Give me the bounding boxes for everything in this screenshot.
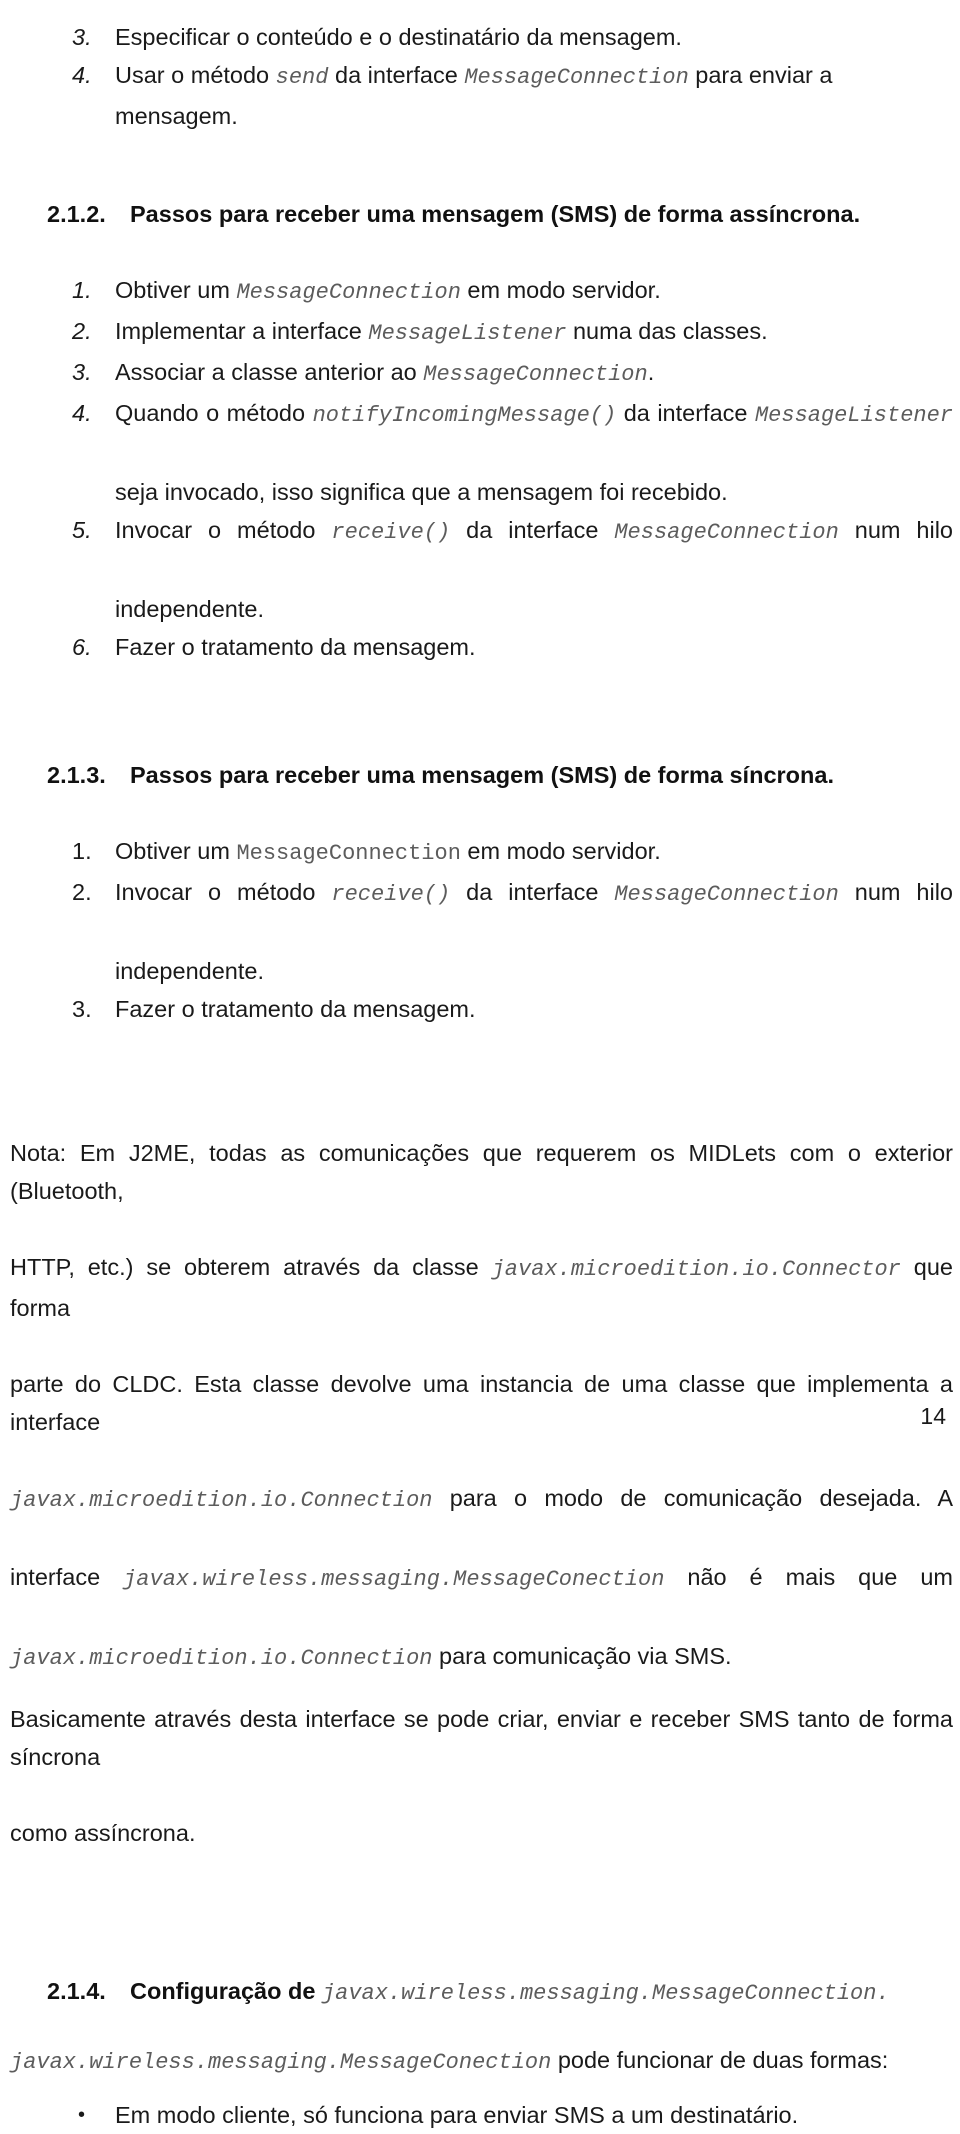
paragraph-line: como assíncrona. [10,1820,196,1846]
spacer-after-213-heading [5,792,955,832]
heading-title: Passos para receber uma mensagem (SMS) d… [130,762,834,788]
document-page: 3. Especificar o conteúdo e o destinatár… [0,0,960,2128]
list-item-line: Usar o método send da interface MessageC… [115,62,833,129]
list-item: 3. Especificar o conteúdo e o destinatár… [10,18,953,56]
list-item: 4. Usar o método send da interface Messa… [10,56,953,135]
top-numbered-list: 3. Especificar o conteúdo e o destinatár… [10,18,953,135]
code-messageconnection: MessageConnection [236,841,461,866]
code-connector: javax.microedition.io.Connector [491,1257,901,1282]
heading-2-1-2: 2.1.2. Passos para receber uma mensagem … [10,197,953,231]
section-213-list: 1. Obtiver um MessageConnection em modo … [10,832,953,1028]
spacer-before-basic [5,1678,955,1700]
list-item-line: Obtiver um MessageConnection em modo ser… [115,838,661,866]
list-item: 3. Fazer o tratamento da mensagem. [10,990,953,1028]
heading-number: 2.1.3. [47,762,106,788]
list-item-line: Invocar o método receive() da interface … [115,517,954,545]
list-item-text: Usar o método send da interface MessageC… [115,56,953,135]
list-item-line: Invocar o método receive() da interface … [115,879,954,907]
code-receive: receive() [331,882,451,907]
bullet-text: Em modo cliente, só funciona para enviar… [115,2102,799,2128]
code-inline: MessageConnection [423,362,648,387]
list-item: 6. Fazer o tratamento da mensagem. [10,628,953,666]
bullet-icon: • [78,2104,86,2126]
list-item-line: independente. [115,596,264,622]
heading-title: Passos para receber uma mensagem (SMS) d… [130,201,861,227]
list-item-line: Fazer o tratamento da mensagem. [115,996,476,1022]
code-messageconection: javax.wireless.messaging.MessageConectio… [10,2050,552,2075]
list-item-number: 3. [72,24,92,50]
spacer-214-extra [5,1944,955,1974]
list-item: • Em modo cliente, só funciona para envi… [10,2096,953,2134]
code-messagelistener: MessageListener [754,403,954,428]
paragraph-line: javax.microedition.io.Connection para co… [10,1643,732,1671]
spacer-before-bullets [5,2082,955,2096]
code-messageconection: javax.wireless.messaging.MessageConectio… [123,1567,665,1592]
heading-title: Configuração de javax.wireless.messaging… [130,1978,890,2006]
code-send: send [275,65,329,90]
list-item: 4. Quando o método notifyIncomingMessage… [10,394,953,511]
code-connection: javax.microedition.io.Connection [10,1646,433,1671]
code-connection: javax.microedition.io.Connection [10,1488,433,1513]
list-item: 2. Implementar a interface MessageListen… [10,312,953,353]
code-inline: MessageListener [368,321,567,346]
list-item-line: independente. [115,958,264,984]
paragraph-line: parte do CLDC. Esta classe devolve uma i… [10,1371,953,1435]
list-item: 3. Associar a classe anterior ao Message… [10,353,953,394]
code-inline: MessageConnection [236,280,461,305]
heading-number: 2.1.4. [47,1978,106,2004]
spacer-before-note [5,1028,955,1120]
spacer-after-212-heading [5,231,955,271]
list-item-number: 3. [72,359,92,385]
list-item-line: Associar a classe anterior ao MessageCon… [115,359,655,387]
list-item-number: 1. [72,838,92,864]
page-number: 14 [920,1403,946,1429]
list-item: 1. Obtiver um MessageConnection em modo … [10,271,953,312]
spacer-top [5,0,955,18]
heading-number: 2.1.2. [47,201,106,227]
list-item-number: 4. [72,400,92,426]
list-item: 2. Invocar o método receive() da interfa… [10,873,953,990]
section-214-bullets: • Em modo cliente, só funciona para envi… [10,2096,953,2134]
list-item-line: seja invocado, isso significa que a mens… [115,479,728,505]
heading-2-1-4: 2.1.4. Configuração de javax.wireless.me… [10,1974,953,2011]
list-item-number: 2. [72,318,92,344]
list-item: 5. Invocar o método receive() da interfa… [10,511,953,628]
paragraph-line: interface javax.wireless.messaging.Messa… [10,1564,953,1592]
list-item-number: 4. [72,62,92,88]
list-item-number: 1. [72,277,92,303]
code-messageconnection: MessageConnection [464,65,689,90]
list-item-number: 3. [72,996,92,1022]
list-item-line: Implementar a interface MessageListener … [115,318,768,346]
spacer-before-214 [5,1852,955,1944]
heading-2-1-3: 2.1.3. Passos para receber uma mensagem … [10,758,953,792]
spacer-after-214-heading [5,2011,955,2041]
code-messageconnection: javax.wireless.messaging.MessageConnecti… [321,1981,890,2006]
list-item-line: Especificar o conteúdo e o destinatário … [115,24,682,50]
code-messageconnection: MessageConnection [614,520,839,545]
list-item-number: 5. [72,517,92,543]
list-item: 1. Obtiver um MessageConnection em modo … [10,832,953,873]
list-item-number: 6. [72,634,92,660]
list-item-text: Especificar o conteúdo e o destinatário … [115,18,953,56]
code-receive: receive() [331,520,451,545]
paragraph-line: Basicamente através desta interface se p… [10,1706,953,1770]
list-item-number: 2. [72,879,92,905]
spacer-before-212 [5,135,955,197]
section-212-list: 1. Obtiver um MessageConnection em modo … [10,271,953,666]
spacer-before-213 [5,666,955,758]
section-214-intro: javax.wireless.messaging.MessageConectio… [10,2041,953,2082]
paragraph-line: javax.wireless.messaging.MessageConectio… [10,2047,889,2075]
list-item-line: Fazer o tratamento da mensagem. [115,634,476,660]
code-messageconnection: MessageConnection [614,882,839,907]
list-item-line: Quando o método notifyIncomingMessage() … [115,400,954,428]
spacer-note-extra [5,1120,955,1134]
paragraph-line: HTTP, etc.) se obterem através da classe… [10,1254,953,1321]
code-notifyincomingmessage: notifyIncomingMessage() [312,403,617,428]
paragraph-line: javax.microedition.io.Connection para o … [10,1485,953,1513]
paragraph-line: Nota: Em J2ME, todas as comunicações que… [10,1140,953,1204]
note-paragraph: Nota: Em J2ME, todas as comunicações que… [10,1134,953,1678]
basic-paragraph: Basicamente através desta interface se p… [10,1700,953,1852]
list-item-line: Obtiver um MessageConnection em modo ser… [115,277,661,305]
